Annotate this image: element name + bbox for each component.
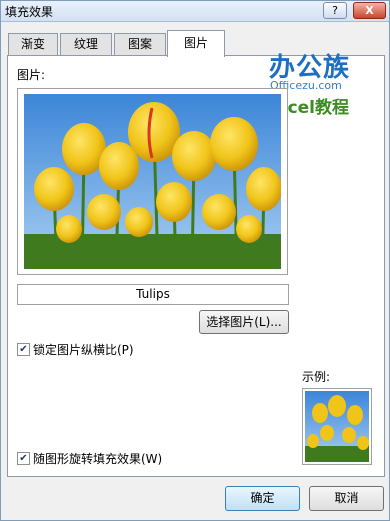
tab-pattern[interactable]: 图案 xyxy=(114,33,166,55)
rotate-with-shape-checkbox[interactable]: ✔ xyxy=(17,452,30,465)
fill-effects-dialog: 填充效果 ? X 渐变 纹理 图案 图片 图片: 办公族 Officezu.co… xyxy=(0,0,390,521)
sample-picture xyxy=(305,391,369,462)
picture-label: 图片: xyxy=(17,68,46,82)
rotate-with-shape-label: 随图形旋转填充效果(W) xyxy=(33,452,163,466)
choose-picture-button[interactable]: 选择图片(L)... xyxy=(199,310,289,334)
sample-label: 示例: xyxy=(302,370,331,384)
picture-name-field: Tulips xyxy=(17,284,289,305)
close-button[interactable]: X xyxy=(353,2,386,19)
lock-aspect-checkbox[interactable]: ✔ xyxy=(17,343,30,356)
help-button[interactable]: ? xyxy=(323,2,347,19)
picture-preview-frame xyxy=(17,88,288,275)
lock-aspect-label: 锁定图片纵横比(P) xyxy=(33,343,134,357)
window-title: 填充效果 xyxy=(5,5,54,19)
tab-texture[interactable]: 纹理 xyxy=(60,33,112,55)
tab-gradient[interactable]: 渐变 xyxy=(8,33,58,55)
ok-button[interactable]: 确定 xyxy=(225,486,300,511)
cancel-button[interactable]: 取消 xyxy=(309,486,384,511)
sample-preview xyxy=(302,388,372,465)
title-bar: 填充效果 ? X xyxy=(1,1,389,22)
tab-picture[interactable]: 图片 xyxy=(167,30,225,57)
tulips-picture xyxy=(24,94,281,269)
